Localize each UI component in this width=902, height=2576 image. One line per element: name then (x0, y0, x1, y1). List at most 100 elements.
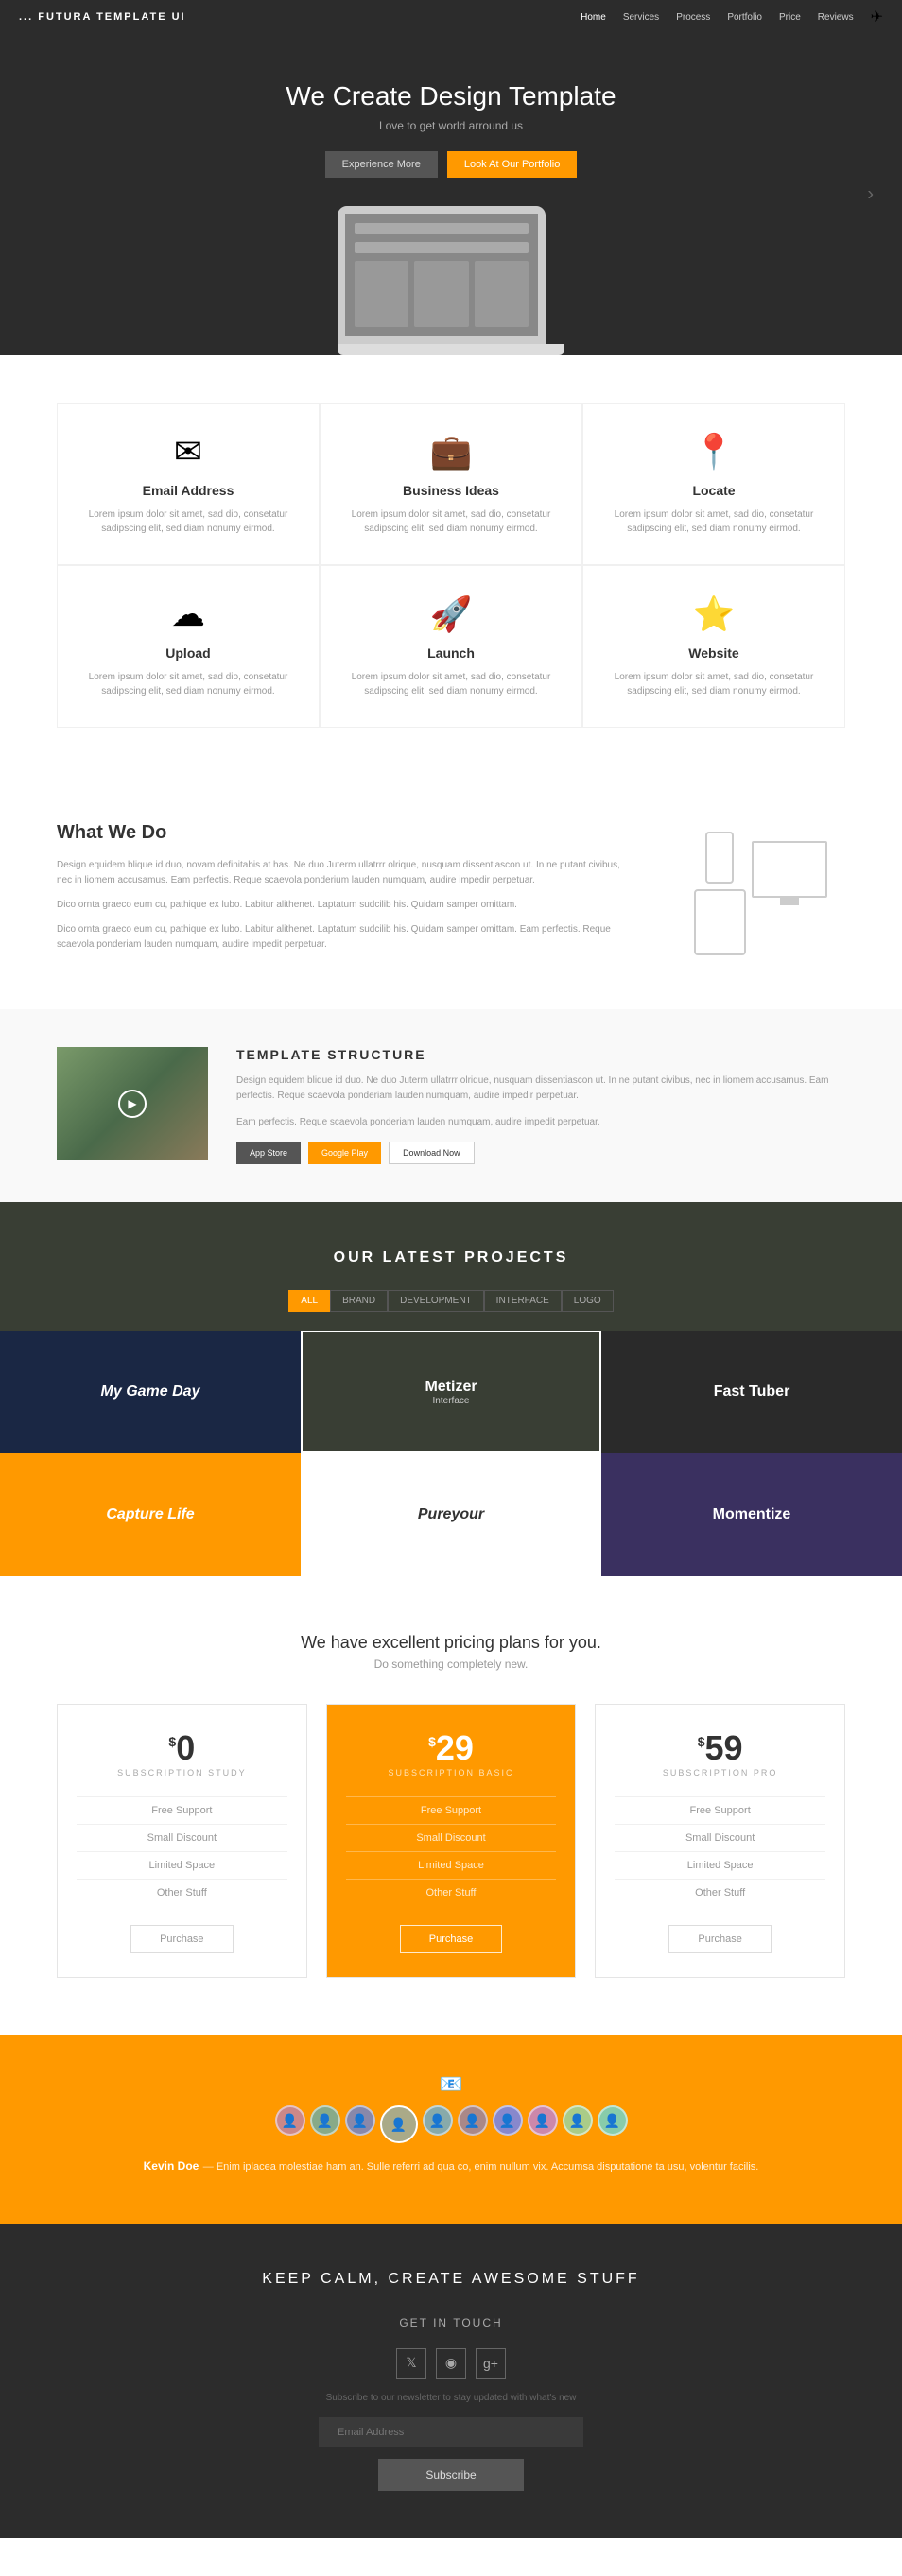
ts-image: ▶ (57, 1047, 208, 1160)
avatar-7: 👤 (528, 2105, 558, 2136)
feature-upload: ☁ Upload Lorem ipsum dolor sit amet, sad… (57, 565, 320, 728)
price-label-study: SUBSCRIPTION STUDY (77, 1768, 287, 1777)
price-features-pro: Free Support Small Discount Limited Spac… (615, 1796, 825, 1906)
ts-content: TEMPLATE STRUCTURE Design equidem blique… (236, 1047, 845, 1164)
project-momentize-inner: Momentize (713, 1506, 791, 1523)
price-amount-study: $0 (77, 1728, 287, 1768)
filter-development[interactable]: DEVELOPMENT (388, 1290, 484, 1312)
filter-interface[interactable]: INTERFACE (484, 1290, 562, 1312)
price-label-basic: SUBSCRIPTION BASIC (346, 1768, 557, 1777)
tablet-mockup (694, 889, 746, 955)
hero-subtitle: Love to get world arround us (19, 119, 883, 132)
feature-item: Limited Space (615, 1851, 825, 1879)
avatar-6: 👤 (493, 2105, 523, 2136)
project-capture-life[interactable]: Capture Life (0, 1453, 301, 1576)
nav-price[interactable]: Price (779, 12, 801, 23)
feature-email-title: Email Address (77, 483, 300, 498)
filter-logo[interactable]: LOGO (562, 1290, 614, 1312)
phone-mockup (705, 832, 734, 884)
business-icon: 💼 (339, 432, 563, 472)
google-plus-icon[interactable]: g+ (476, 2348, 506, 2379)
feature-launch: 🚀 Launch Lorem ipsum dolor sit amet, sad… (320, 565, 582, 728)
project-momentize-title: Momentize (713, 1506, 791, 1523)
projects-heading: OUR LATEST PROJECTS (0, 1249, 902, 1266)
feature-item: Free Support (77, 1796, 287, 1824)
feature-locate: 📍 Locate Lorem ipsum dolor sit amet, sad… (582, 403, 845, 565)
feature-item: Limited Space (346, 1851, 557, 1879)
experience-more-button[interactable]: Experience More (325, 151, 438, 178)
nav-reviews[interactable]: Reviews (818, 12, 854, 23)
nav-icon: ✈ (871, 9, 883, 26)
price-amount-basic: $29 (346, 1728, 557, 1768)
feature-website: ⭐ Website Lorem ipsum dolor sit amet, sa… (582, 565, 845, 728)
testimonial-text: Enim iplacea molestiae ham an. Sulle ref… (217, 2161, 759, 2172)
hero-arrow-icon[interactable]: › (867, 184, 874, 206)
project-pureyour[interactable]: Pureyour (301, 1453, 601, 1576)
portfolio-button[interactable]: Look At Our Portfolio (447, 151, 578, 178)
ts-title: TEMPLATE STRUCTURE (236, 1047, 845, 1062)
feature-upload-desc: Lorem ipsum dolor sit amet, sad dio, con… (77, 670, 300, 698)
feature-business: 💼 Business Ideas Lorem ipsum dolor sit a… (320, 403, 582, 565)
avatar-4: 👤 (423, 2105, 453, 2136)
pyramid-image: ▶ (57, 1047, 208, 1160)
filter-brand[interactable]: BRAND (330, 1290, 388, 1312)
hero-section: We Create Design Template Love to get wo… (0, 34, 902, 355)
get-in-touch-label: GET IN TOUCH (57, 2316, 845, 2329)
upload-icon: ☁ (77, 594, 300, 634)
avatar-5: 👤 (458, 2105, 488, 2136)
feature-website-desc: Lorem ipsum dolor sit amet, sad dio, con… (602, 670, 825, 698)
filter-all[interactable]: ALL (288, 1290, 330, 1312)
instagram-icon[interactable]: ◉ (436, 2348, 466, 2379)
twitter-icon[interactable]: 𝕏 (396, 2348, 426, 2379)
project-capture-life-inner: Capture Life (106, 1506, 194, 1523)
screen-grid (355, 261, 529, 327)
subscribe-button[interactable]: Subscribe (378, 2459, 523, 2491)
website-icon: ⭐ (602, 594, 825, 634)
ts-p1: Design equidem blique id duo. Ne duo Jut… (236, 1073, 845, 1104)
project-fast-tuber[interactable]: Fast Tuber (601, 1331, 902, 1453)
pricing-title: We have excellent pricing plans for you. (57, 1633, 845, 1653)
appstore-button[interactable]: App Store (236, 1142, 301, 1164)
footer-tagline: KEEP CALM, CREATE AWESOME STUFF (57, 2271, 845, 2288)
footer-subscribe-text: Subscribe to our newsletter to stay upda… (57, 2393, 845, 2403)
feature-item: Small Discount (346, 1824, 557, 1851)
googleplay-button[interactable]: Google Play (308, 1142, 381, 1164)
nav-process[interactable]: Process (676, 12, 710, 23)
project-my-game-day-title: My Game Day (101, 1383, 200, 1400)
screen-bar-2 (355, 242, 529, 253)
pricing-grid: $0 SUBSCRIPTION STUDY Free Support Small… (57, 1704, 845, 1978)
project-fast-tuber-title: Fast Tuber (714, 1383, 790, 1400)
device-mockups-container (675, 822, 845, 955)
avatar-featured: 👤 (380, 2105, 418, 2143)
nav-home[interactable]: Home (581, 12, 606, 23)
footer: KEEP CALM, CREATE AWESOME STUFF GET IN T… (0, 2224, 902, 2538)
project-metizer[interactable]: Metizer Interface (301, 1331, 601, 1453)
projects-grid: My Game Day Metizer Interface Fast Tuber… (0, 1331, 902, 1576)
download-button[interactable]: Download Now (389, 1142, 475, 1164)
purchase-basic-button[interactable]: Purchase (400, 1925, 502, 1953)
project-momentize[interactable]: Momentize (601, 1453, 902, 1576)
feature-upload-title: Upload (77, 645, 300, 661)
nav-services[interactable]: Services (623, 12, 659, 23)
email-input[interactable] (319, 2417, 583, 2447)
nav-portfolio[interactable]: Portfolio (727, 12, 762, 23)
project-my-game-day[interactable]: My Game Day (0, 1331, 301, 1453)
laptop-mockup (19, 206, 883, 355)
play-button[interactable]: ▶ (118, 1090, 147, 1118)
avatar-3: 👤 (345, 2105, 375, 2136)
laptop-screen (345, 214, 538, 336)
purchase-pro-button[interactable]: Purchase (668, 1925, 771, 1953)
project-metizer-sub: Interface (425, 1396, 477, 1406)
feature-business-title: Business Ideas (339, 483, 563, 498)
price-super-study: $ (168, 1728, 176, 1749)
pricing-section: We have excellent pricing plans for you.… (0, 1576, 902, 2035)
features-grid: ✉ Email Address Lorem ipsum dolor sit am… (57, 403, 845, 728)
nav-links: Home Services Process Portfolio Price Re… (581, 8, 883, 26)
purchase-study-button[interactable]: Purchase (130, 1925, 233, 1953)
social-icons: 𝕏 ◉ g+ (57, 2348, 845, 2379)
price-label-pro: SUBSCRIPTION PRO (615, 1768, 825, 1777)
ts-buttons: App Store Google Play Download Now (236, 1142, 845, 1164)
screen-block-2 (414, 261, 468, 327)
what-we-do-section: What We Do Design equidem blique id duo,… (0, 775, 902, 1009)
feature-item: Other Stuff (615, 1879, 825, 1906)
